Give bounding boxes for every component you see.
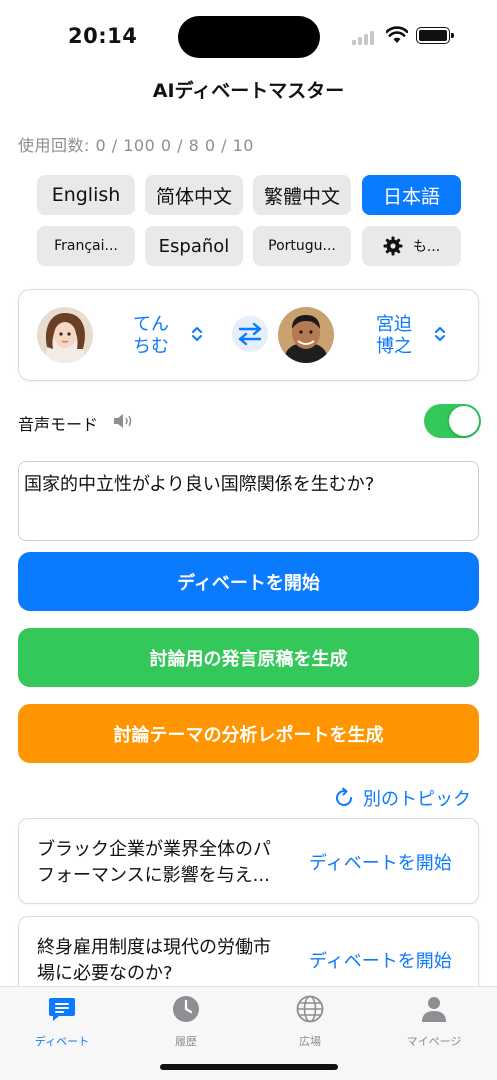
lang-english-button[interactable]: English (37, 175, 135, 215)
suggestion-text-line: フォーマンスに影響を与え... (37, 865, 270, 886)
swap-arrows-icon (238, 322, 262, 346)
chevron-up-down-icon[interactable] (190, 324, 204, 344)
tab-plaza-label: 広場 (299, 1035, 321, 1048)
tab-history[interactable]: 履歴 (124, 995, 248, 1049)
lang-spanish-button[interactable]: Español (145, 226, 243, 266)
generate-report-button[interactable]: 討論テーマの分析レポートを生成 (18, 704, 479, 763)
suggestion-text-line: ブラック企業が業界全体のパ (37, 839, 271, 860)
left-debater-avatar[interactable] (37, 307, 93, 363)
voice-mode-toggle[interactable] (424, 404, 481, 438)
tab-plaza[interactable]: 広場 (248, 995, 372, 1049)
right-debater-name-line2: 博之 (376, 336, 412, 357)
wifi-icon (386, 26, 408, 43)
chevron-up-down-icon[interactable] (433, 324, 447, 344)
left-debater-name[interactable]: てん ちむ (129, 314, 173, 358)
lang-more-button[interactable]: も... (362, 226, 461, 266)
right-debater-name-line1: 宮迫 (376, 314, 412, 335)
tab-debate[interactable]: ディベート (0, 995, 124, 1049)
lang-simplified-chinese-button[interactable]: 简体中文 (145, 175, 243, 215)
person-icon (422, 997, 446, 1022)
lang-japanese-button[interactable]: 日本語 (362, 175, 461, 215)
battery-icon (416, 27, 454, 44)
home-indicator (160, 1064, 338, 1070)
suggestion-text-line: 終身雇用制度は現代の労働市 (37, 937, 271, 958)
gear-icon (383, 236, 403, 256)
tab-mypage-label: マイページ (406, 1035, 462, 1048)
usage-counter: 使用回数: 0 / 100 0 / 8 0 / 10 (18, 136, 254, 155)
status-time: 20:14 (68, 24, 138, 48)
tab-history-label: 履歴 (175, 1035, 197, 1048)
chat-icon (49, 998, 75, 1021)
suggestion-text: ブラック企業が業界全体のパ フォーマンスに影響を与え... (37, 837, 293, 889)
suggestion-text-line: 場に必要なのか? (37, 963, 173, 984)
swap-debaters-button[interactable] (232, 316, 268, 352)
app-title: AIディベートマスター (152, 80, 345, 102)
another-topic-button[interactable]: 別のトピック (333, 785, 471, 811)
dynamic-island (178, 16, 320, 58)
suggestion-text: 終身雇用制度は現代の労働市 場に必要なのか? (37, 935, 293, 987)
suggestion-card[interactable]: ブラック企業が業界全体のパ フォーマンスに影響を与え... ディベートを開始 (18, 818, 479, 904)
right-debater-avatar[interactable] (278, 307, 334, 363)
status-bar: 20:14 (0, 0, 497, 70)
lang-portuguese-button[interactable]: Portugu... (253, 226, 351, 266)
cellular-signal-icon (352, 31, 378, 45)
lang-french-button[interactable]: Françai... (37, 226, 135, 266)
debater-card: てん ちむ 宮迫 博之 (18, 289, 479, 381)
refresh-icon (336, 787, 352, 806)
left-debater-name-line1: てん (133, 314, 169, 335)
speaker-icon (114, 414, 132, 428)
right-debater-name[interactable]: 宮迫 博之 (372, 314, 416, 358)
topic-input[interactable]: 国家的中立性がより良い国際関係を生むか? (18, 461, 479, 541)
suggestion-start-button[interactable]: ディベートを開始 (309, 849, 452, 875)
start-debate-button[interactable]: ディベートを開始 (18, 552, 479, 611)
tab-mypage[interactable]: マイページ (372, 995, 496, 1049)
another-topic-label: 別のトピック (363, 789, 471, 810)
lang-more-label: も... (412, 239, 441, 255)
voice-mode-label: 音声モード (18, 415, 99, 434)
clock-icon (173, 996, 199, 1022)
globe-icon (296, 995, 324, 1023)
suggestion-start-button[interactable]: ディベートを開始 (309, 947, 452, 973)
generate-script-button[interactable]: 討論用の発言原稿を生成 (18, 628, 479, 687)
lang-traditional-chinese-button[interactable]: 繁體中文 (253, 175, 351, 215)
left-debater-name-line2: ちむ (133, 336, 169, 357)
tab-debate-label: ディベート (34, 1035, 90, 1048)
